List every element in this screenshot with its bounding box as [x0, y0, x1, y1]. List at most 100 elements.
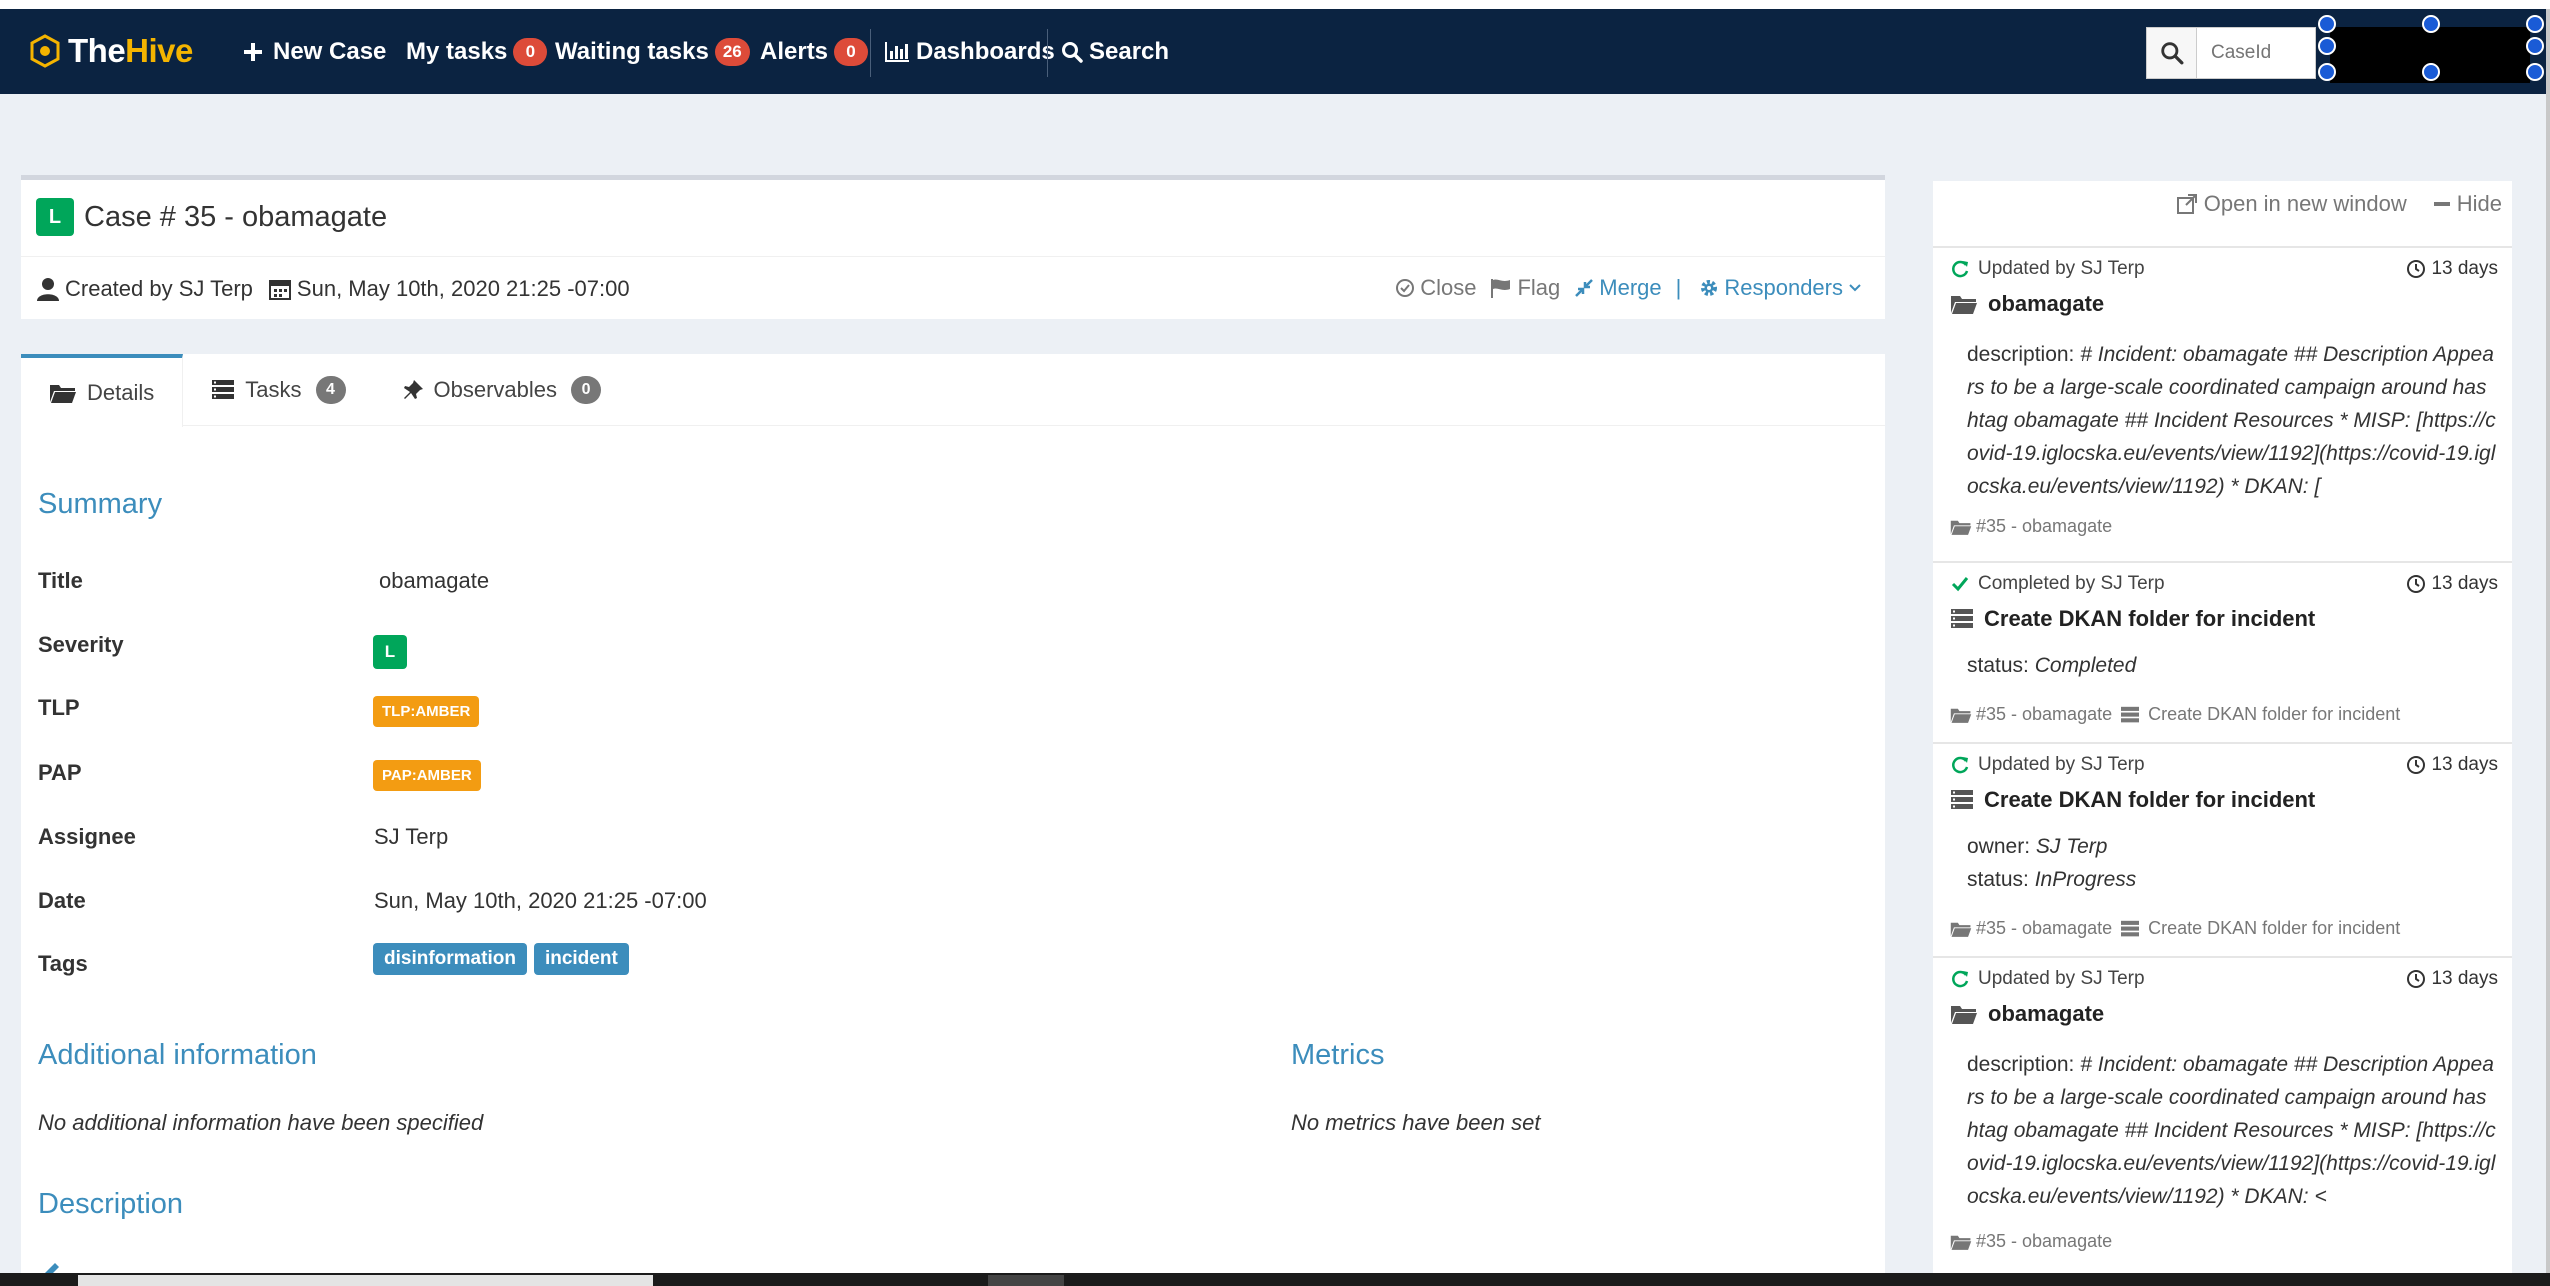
footer-case-link[interactable]: #35 - obamagate [1976, 704, 2112, 725]
tag-label[interactable]: disinformation [373, 943, 527, 975]
window-top-strip [0, 0, 2550, 9]
tasks-icon [2121, 920, 2140, 936]
tasks-count-badge: 4 [315, 376, 346, 404]
case-actions: Close Flag Merge | Responders [1381, 256, 1867, 320]
tags-field-label: Tags [38, 951, 88, 976]
status-key: status: [1967, 654, 2029, 677]
tab-tasks-label: Tasks [245, 377, 302, 402]
date-field-value[interactable]: Sun, May 10th, 2020 21:25 -07:00 [374, 888, 707, 914]
compress-icon [1575, 279, 1594, 297]
selection-handle[interactable] [2526, 37, 2544, 55]
flow-entry: Completed by SJ Terp 13 days Create DKAN… [1933, 561, 2512, 741]
merge-case-button[interactable]: Merge [1574, 275, 1662, 301]
waiting-tasks-label: Waiting tasks [555, 38, 709, 65]
folder-open-icon [1950, 922, 1972, 937]
footer-case-link[interactable]: #35 - obamagate [1976, 516, 2112, 537]
selection-handle[interactable] [2422, 15, 2440, 33]
clock-icon [2407, 970, 2426, 988]
tab-observables[interactable]: Observables 0 [374, 354, 630, 426]
my-tasks-link[interactable]: My tasks 0 [406, 33, 548, 71]
folder-open-icon [1950, 708, 1972, 723]
caseid-search [2146, 27, 2316, 79]
created-by-text: Created by SJ Terp [65, 275, 253, 301]
case-details-panel: Details Tasks 4 Observables 0 Summary Ti… [21, 354, 1885, 1286]
tab-tasks[interactable]: Tasks 4 [183, 354, 373, 426]
caseid-input[interactable] [2197, 29, 2307, 77]
hive-logo-icon [30, 34, 60, 68]
footer-case-link[interactable]: #35 - obamagate [1976, 1231, 2112, 1252]
assignee-field-value[interactable]: SJ Terp [374, 824, 448, 850]
status-line: status: InProgress [1967, 863, 2497, 896]
check-icon [1951, 577, 1969, 592]
flow-entry-action: Completed by SJ Terp [1950, 573, 2165, 595]
bar-chart-icon [885, 42, 909, 62]
open-new-window-link[interactable]: Open in new window [2176, 191, 2407, 217]
tags-field-value: disinformation incident [373, 943, 636, 975]
close-case-button[interactable]: Close [1395, 275, 1476, 301]
search-icon [2160, 42, 2183, 65]
footer-task-link[interactable]: Create DKAN folder for incident [2148, 704, 2400, 725]
severity-field-label: Severity [38, 632, 124, 657]
created-date-text: Sun, May 10th, 2020 21:25 -07:00 [296, 275, 630, 301]
alerts-link[interactable]: Alerts 0 [760, 33, 869, 71]
thehive-logo[interactable]: The Hive [30, 31, 193, 71]
case-header-panel: L Case # 35 - obamagate Created by SJ Te… [21, 175, 1885, 319]
flow-entry-object[interactable]: Create DKAN folder for incident [1950, 606, 2315, 632]
taskbar-search-field[interactable] [78, 1275, 653, 1286]
brand-hive: Hive [125, 32, 193, 69]
tasks-icon [212, 380, 235, 399]
tag-label[interactable]: incident [533, 943, 629, 975]
tab-details[interactable]: Details [21, 354, 184, 427]
flow-entry-footer: #35 - obamagate Create DKAN folder for i… [1950, 704, 2400, 725]
tasks-icon [1951, 790, 1973, 809]
caseid-search-button[interactable] [2147, 28, 2197, 78]
actions-separator: | [1675, 275, 1682, 300]
pap-badge[interactable]: PAP:AMBER [373, 760, 481, 791]
flow-entry-time: 13 days [2406, 258, 2498, 280]
flow-entry-footer: #35 - obamagate Create DKAN folder for i… [1950, 918, 2400, 939]
os-taskbar [0, 1273, 2550, 1286]
pap-field-value: PAP:AMBER [373, 760, 481, 791]
owner-key: owner: [1967, 835, 2031, 858]
waiting-tasks-link[interactable]: Waiting tasks 26 [555, 33, 750, 71]
severity-field-value: L [373, 635, 417, 669]
footer-task-link[interactable]: Create DKAN folder for incident [2148, 918, 2400, 939]
selection-handle[interactable] [2526, 63, 2544, 81]
selection-handle[interactable] [2422, 63, 2440, 81]
merge-label: Merge [1599, 275, 1662, 300]
flow-entry-object-text: Create DKAN folder for incident [1984, 606, 2316, 631]
tlp-badge[interactable]: TLP:AMBER [373, 696, 480, 727]
flag-icon [1491, 279, 1511, 298]
owner-value: SJ Terp [2035, 835, 2108, 858]
flow-entry-body: description: # Incident: obamagate ## De… [1967, 1048, 2497, 1213]
open-new-window-label: Open in new window [2203, 191, 2407, 216]
new-case-label: New Case [273, 38, 387, 65]
selection-handle[interactable] [2318, 37, 2336, 55]
footer-case-link[interactable]: #35 - obamagate [1976, 918, 2112, 939]
flow-entry-time: 13 days [2406, 573, 2498, 595]
search-link[interactable]: Search [1061, 33, 1169, 71]
created-by: Created by SJ Terp [37, 276, 253, 302]
flow-entry-object[interactable]: obamagate [1950, 1001, 2104, 1027]
flow-entry-object[interactable]: obamagate [1950, 291, 2104, 317]
window-scrollbar[interactable] [2546, 9, 2550, 1286]
flow-entry-body: description: # Incident: obamagate ## De… [1967, 338, 2497, 503]
responders-dropdown[interactable]: Responders [1699, 275, 1867, 301]
flow-entry-object[interactable]: Create DKAN folder for incident [1950, 787, 2315, 813]
taskbar-app-button[interactable] [988, 1275, 1064, 1286]
gear-icon [1701, 280, 1718, 296]
waiting-tasks-count-badge: 26 [714, 38, 750, 66]
flag-case-button[interactable]: Flag [1490, 275, 1560, 301]
selection-handle[interactable] [2526, 15, 2544, 33]
flow-entry-action: Updated by SJ Terp [1950, 754, 2145, 776]
flow-entry-object-text: obamagate [1988, 1001, 2105, 1026]
selection-handle[interactable] [2318, 15, 2336, 33]
flow-entry-time-text: 13 days [2431, 968, 2498, 989]
new-case-button[interactable]: New Case [243, 33, 386, 71]
body-value: # Incident: obamagate ## Description App… [1967, 1053, 2496, 1208]
severity-value-badge[interactable]: L [373, 635, 407, 669]
selection-handle[interactable] [2318, 63, 2336, 81]
dashboards-link[interactable]: Dashboards [884, 33, 1055, 71]
hide-flow-button[interactable]: Hide [2433, 191, 2502, 217]
clock-icon [2407, 260, 2426, 278]
